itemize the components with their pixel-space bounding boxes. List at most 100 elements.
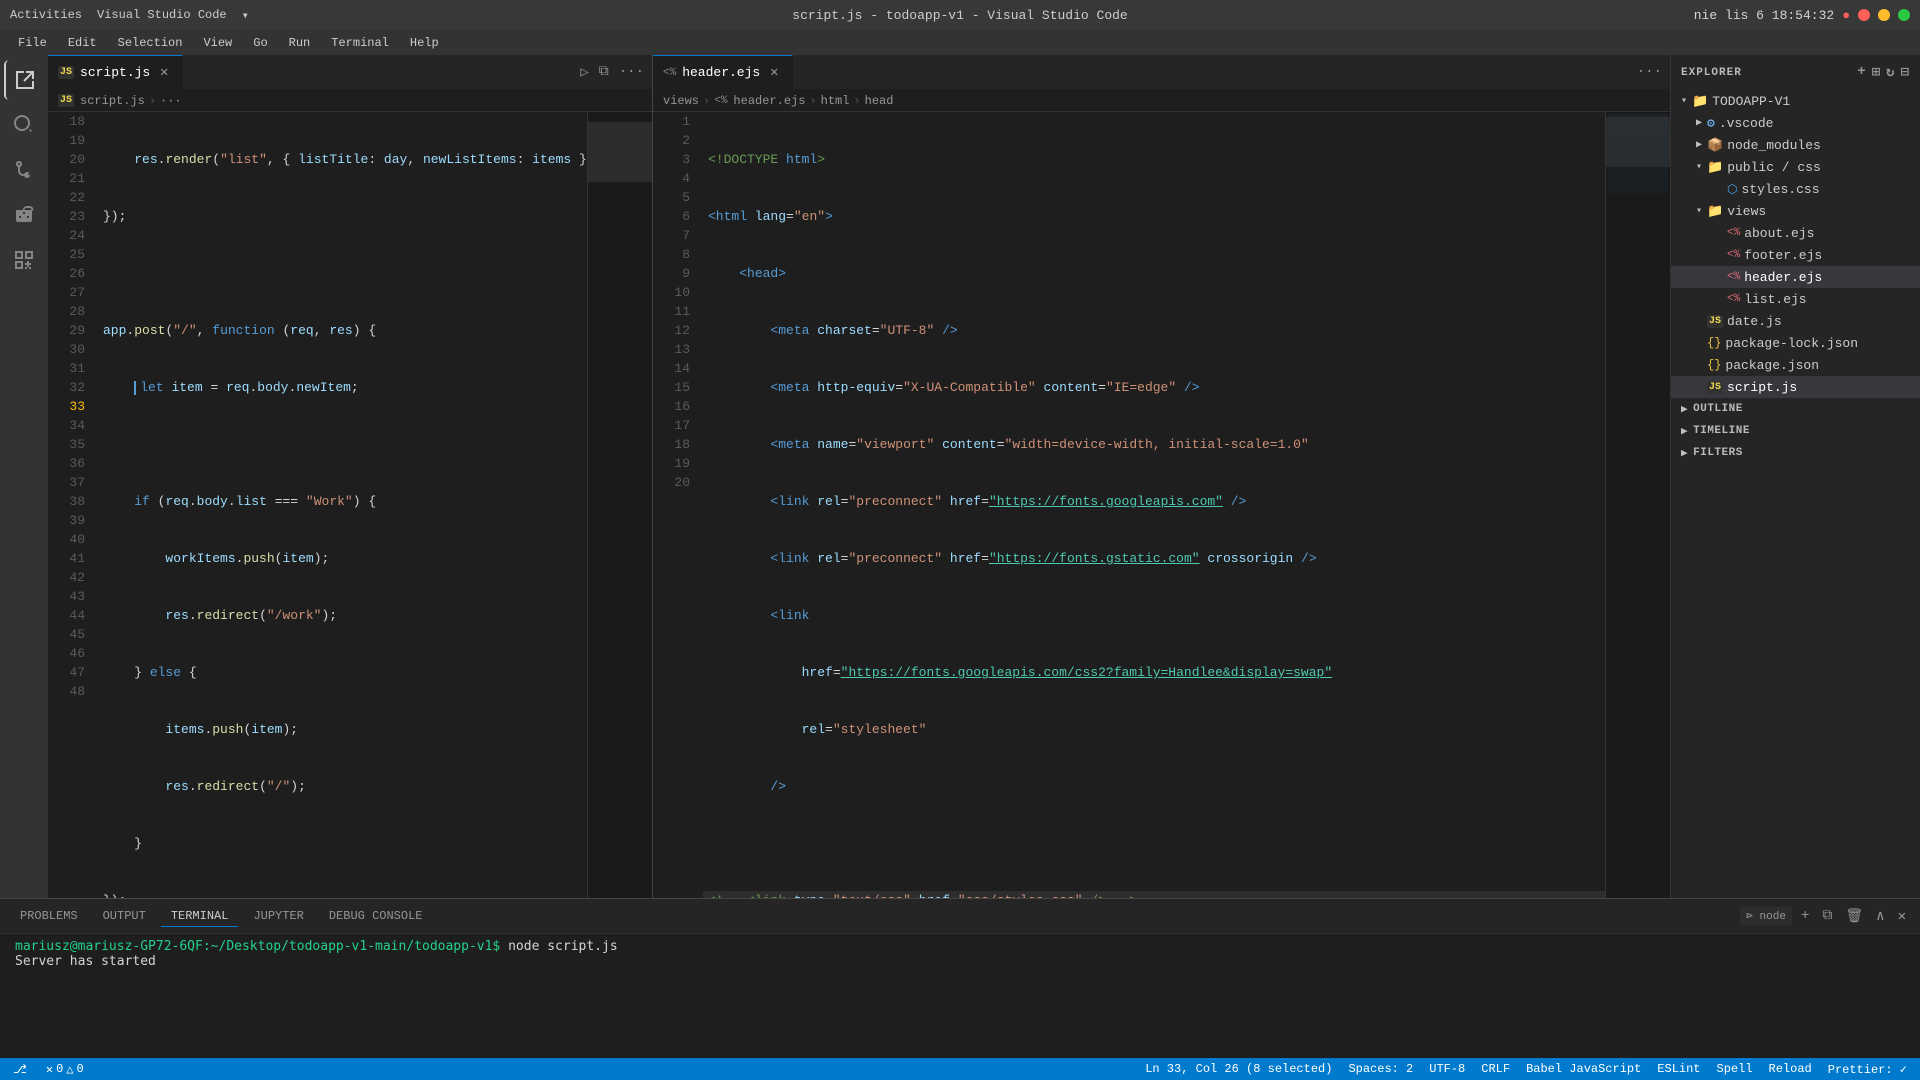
- eslint-indicator[interactable]: ESLint: [1654, 1062, 1703, 1076]
- minimap-slider[interactable]: [588, 122, 652, 182]
- pkg-lock-spacer: [1691, 338, 1707, 349]
- tab-output[interactable]: OUTPUT: [93, 906, 156, 927]
- node-indicator[interactable]: ⊳ node: [1740, 907, 1792, 925]
- node-modules-label: node_modules: [1727, 138, 1821, 153]
- run-button[interactable]: ▷: [577, 62, 591, 83]
- header-ejs-file[interactable]: <% header.ejs: [1671, 266, 1920, 288]
- footer-ejs-file[interactable]: <% footer.ejs: [1671, 244, 1920, 266]
- script-js-spacer: [1691, 382, 1707, 393]
- source-control-icon[interactable]: [4, 150, 44, 190]
- terminal-close-button[interactable]: ✕: [1894, 906, 1910, 927]
- script-js-file[interactable]: JS script.js: [1671, 376, 1920, 398]
- code-line-26: res.redirect("/work");: [98, 606, 587, 625]
- terminal-maximize-button[interactable]: ∧: [1872, 906, 1888, 927]
- debug-icon[interactable]: [4, 195, 44, 235]
- tab-script-js-close[interactable]: ✕: [156, 65, 172, 81]
- minimize-button[interactable]: [1878, 9, 1890, 21]
- add-terminal-button[interactable]: +: [1797, 906, 1813, 926]
- code-line-25: workItems.push(item);: [98, 549, 587, 568]
- breadcrumb-script-js[interactable]: script.js: [80, 94, 145, 108]
- vscode-folder-arrow: ▶: [1691, 117, 1707, 129]
- menu-file[interactable]: File: [10, 34, 55, 52]
- menu-selection[interactable]: Selection: [110, 34, 191, 52]
- menu-edit[interactable]: Edit: [60, 34, 105, 52]
- breadcrumb-ellipsis[interactable]: ···: [160, 94, 182, 108]
- errors-count[interactable]: ✕ 0 △ 0: [43, 1062, 87, 1077]
- close-button[interactable]: [1858, 9, 1870, 21]
- menu-run[interactable]: Run: [281, 34, 319, 52]
- menu-help[interactable]: Help: [402, 34, 447, 52]
- breadcrumb-views[interactable]: views: [663, 94, 699, 108]
- public-folder[interactable]: ▾ 📁 public / css: [1671, 156, 1920, 178]
- explorer-icon[interactable]: [4, 60, 44, 100]
- terminal-kill-button[interactable]: 🗑: [1841, 906, 1867, 927]
- menu-view[interactable]: View: [195, 34, 240, 52]
- outline-label: OUTLINE: [1693, 403, 1743, 415]
- cursor-position[interactable]: Ln 33, Col 26 (8 selected): [1142, 1062, 1335, 1076]
- eslint-text: ESLint: [1657, 1062, 1700, 1076]
- code-line-21: app.post("/", function (req, res) {: [98, 321, 587, 340]
- split-editor-button[interactable]: ⧉: [596, 62, 612, 82]
- root-folder-label: TODOAPP-V1: [1712, 94, 1790, 109]
- terminal-split-button[interactable]: ⧉: [1818, 906, 1836, 926]
- js-file-icon: JS: [58, 66, 74, 79]
- node-modules-icon: 📦: [1707, 138, 1723, 153]
- tab-debug-console[interactable]: DEBUG CONSOLE: [319, 906, 433, 927]
- date-js-file[interactable]: JS date.js: [1671, 310, 1920, 332]
- spell-indicator[interactable]: Spell: [1714, 1062, 1756, 1076]
- tab-header-ejs-close[interactable]: ✕: [766, 65, 782, 81]
- breadcrumb-html[interactable]: html: [821, 94, 850, 108]
- more-actions-button[interactable]: ···: [616, 62, 647, 82]
- views-folder[interactable]: ▾ 📁 views: [1671, 200, 1920, 222]
- tab-script-js[interactable]: JS script.js ✕: [48, 55, 183, 90]
- collapse-all-icon[interactable]: ⊟: [1901, 64, 1910, 81]
- package-json-file[interactable]: {} package.json: [1671, 354, 1920, 376]
- menu-terminal[interactable]: Terminal: [323, 34, 397, 52]
- search-icon[interactable]: [4, 105, 44, 145]
- terminal-prompt: mariusz@mariusz-GP72-6QF:~/Desktop/todoa…: [15, 939, 500, 954]
- encoding-indicator[interactable]: UTF-8: [1426, 1062, 1468, 1076]
- tab-terminal[interactable]: TERMINAL: [161, 906, 239, 927]
- breadcrumb-header-ejs[interactable]: header.ejs: [733, 94, 805, 108]
- about-ejs-file[interactable]: <% about.ejs: [1671, 222, 1920, 244]
- git-branch[interactable]: ⎇: [10, 1062, 33, 1077]
- root-folder-icon: 📁: [1692, 94, 1708, 109]
- list-ejs-file[interactable]: <% list.ejs: [1671, 288, 1920, 310]
- extensions-icon[interactable]: [4, 240, 44, 280]
- views-folder-icon: 📁: [1707, 204, 1723, 219]
- status-bar: ⎇ ✕ 0 △ 0 Ln 33, Col 26 (8 selected) Spa…: [0, 1058, 1920, 1080]
- activities-label[interactable]: Activities: [10, 8, 82, 22]
- root-folder[interactable]: ▾ 📁 TODOAPP-V1: [1671, 90, 1920, 112]
- refresh-icon[interactable]: ↻: [1886, 64, 1895, 81]
- code-line-27: } else {: [98, 663, 587, 682]
- package-lock-json-file[interactable]: {} package-lock.json: [1671, 332, 1920, 354]
- tab-problems[interactable]: PROBLEMS: [10, 906, 88, 927]
- spaces-indicator[interactable]: Spaces: 2: [1345, 1062, 1416, 1076]
- outline-arrow: ▶: [1681, 402, 1688, 416]
- breadcrumb-head[interactable]: head: [865, 94, 894, 108]
- filters-section-header[interactable]: ▶ FILTERS: [1671, 442, 1920, 464]
- prettier-indicator[interactable]: Prettier: ✓: [1825, 1062, 1910, 1077]
- vscode-label[interactable]: Visual Studio Code: [97, 8, 227, 22]
- new-file-icon[interactable]: +: [1857, 64, 1866, 81]
- right-more-actions[interactable]: ···: [1634, 62, 1665, 82]
- menu-go[interactable]: Go: [245, 34, 275, 52]
- reload-indicator[interactable]: Reload: [1766, 1062, 1815, 1076]
- styles-css-file[interactable]: ⬡ styles.css: [1671, 178, 1920, 200]
- vscode-folder[interactable]: ▶ ⚙ .vscode: [1671, 112, 1920, 134]
- new-folder-icon[interactable]: ⊞: [1872, 64, 1881, 81]
- maximize-button[interactable]: [1898, 9, 1910, 21]
- line-ending-indicator[interactable]: CRLF: [1478, 1062, 1513, 1076]
- language-indicator[interactable]: Babel JavaScript: [1523, 1062, 1644, 1076]
- public-folder-icon: 📁: [1707, 160, 1723, 175]
- timeline-section-header[interactable]: ▶ TIMELINE: [1671, 420, 1920, 442]
- terminal-content[interactable]: mariusz@mariusz-GP72-6QF:~/Desktop/todoa…: [0, 934, 1920, 1058]
- left-breadcrumb: JS script.js › ···: [48, 90, 652, 112]
- outline-section-header[interactable]: ▶ OUTLINE: [1671, 398, 1920, 420]
- tab-jupyter[interactable]: JUPYTER: [243, 906, 313, 927]
- right-code-line-4: <meta charset="UTF-8" />: [703, 321, 1605, 340]
- tab-header-ejs[interactable]: <% header.ejs ✕: [653, 55, 793, 90]
- right-code-line-8: <link rel="preconnect" href="https://fon…: [703, 549, 1605, 568]
- node-modules-folder[interactable]: ▶ 📦 node_modules: [1671, 134, 1920, 156]
- title-bar-left: Activities Visual Studio Code ▾: [10, 8, 249, 23]
